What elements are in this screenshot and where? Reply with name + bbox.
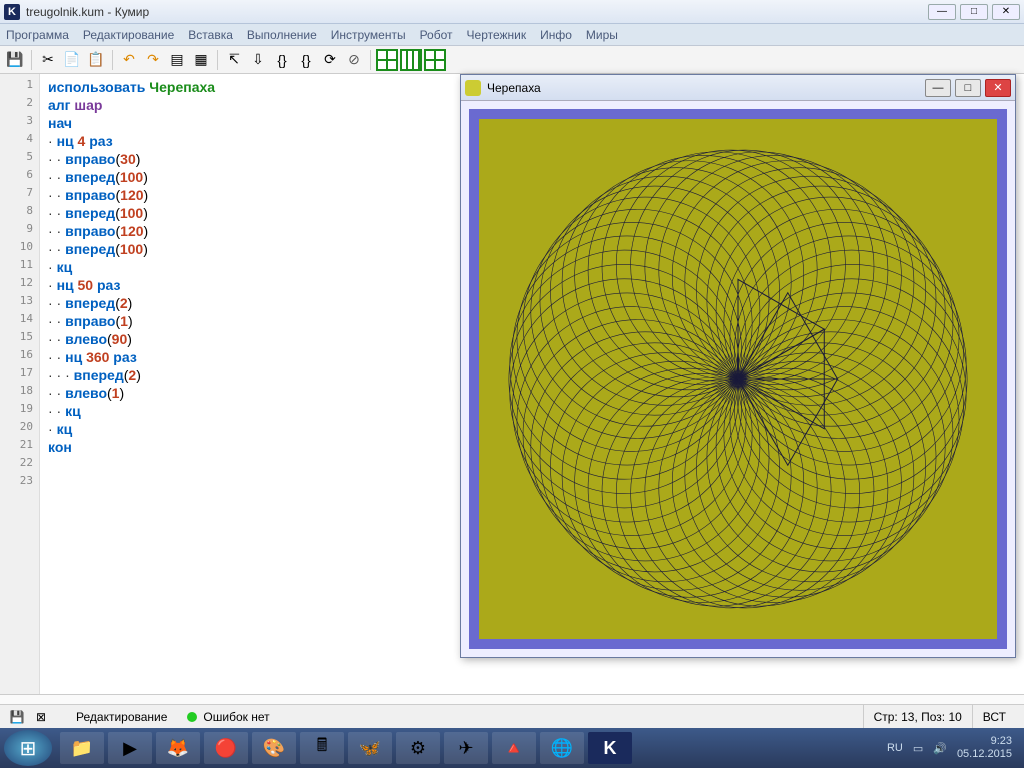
menubar: Программа Редактирование Вставка Выполнение… (0, 24, 1024, 46)
braces2-icon[interactable]: {} (295, 49, 317, 71)
status-position: Стр: 13, Поз: 10 (863, 705, 972, 728)
app2-icon[interactable]: 🦋 (348, 732, 392, 764)
turtle-drawing (479, 119, 997, 639)
status-light-icon (187, 712, 197, 722)
menu-Инфо[interactable]: Инфо (540, 28, 572, 42)
grid1-icon[interactable] (376, 49, 398, 71)
turtle-window[interactable]: Черепаха — □ ✕ (460, 74, 1016, 658)
tray-lang[interactable]: RU (887, 742, 903, 754)
step-into-icon[interactable]: ⇩ (247, 49, 269, 71)
maximize-button[interactable]: □ (960, 4, 988, 20)
grid3-icon[interactable] (424, 49, 446, 71)
turtle-title-text: Черепаха (487, 81, 921, 95)
firefox-icon[interactable]: 🦊 (156, 732, 200, 764)
stop-icon[interactable]: ⊘ (343, 49, 365, 71)
turtle-canvas (479, 119, 997, 639)
explorer-icon[interactable]: 📁 (60, 732, 104, 764)
menu-Выполнение[interactable]: Выполнение (247, 28, 317, 42)
copy-icon[interactable]: 📄 (61, 49, 83, 71)
toolbar: 💾 ✂ 📄 📋 ↶ ↷ ▤ ▦ ↸ ⇩ {} {} ⟳ ⊘ (0, 46, 1024, 74)
braces-icon[interactable]: {} (271, 49, 293, 71)
menu-Вставка[interactable]: Вставка (188, 28, 233, 42)
tray-sound-icon[interactable]: 🔊 (933, 742, 947, 755)
app3-icon[interactable]: ⚙ (396, 732, 440, 764)
menu-Робот[interactable]: Робот (420, 28, 453, 42)
turtle-minimize-button[interactable]: — (925, 79, 951, 97)
chrome-icon[interactable]: 🌐 (540, 732, 584, 764)
turtle-maximize-button[interactable]: □ (955, 79, 981, 97)
menu-Чертежник[interactable]: Чертежник (467, 28, 527, 42)
menu-Инструменты[interactable]: Инструменты (331, 28, 406, 42)
grid2-icon[interactable] (400, 49, 422, 71)
menu-Редактирование[interactable]: Редактирование (83, 28, 174, 42)
paste-icon[interactable]: 📋 (85, 49, 107, 71)
app4-icon[interactable]: ✈ (444, 732, 488, 764)
tray-clock[interactable]: 9:23 05.12.2015 (957, 735, 1012, 761)
status-errors: Ошибок нет (203, 710, 269, 724)
cut-icon[interactable]: ✂ (37, 49, 59, 71)
action-icon[interactable]: ▤ (166, 49, 188, 71)
menu-Миры[interactable]: Миры (586, 28, 618, 42)
paint-icon[interactable]: 🎨 (252, 732, 296, 764)
save-icon[interactable]: 💾 (4, 49, 26, 71)
tray-flag-icon[interactable]: ▭ (913, 742, 923, 755)
turtle-icon (465, 80, 481, 96)
kumir-task-icon[interactable]: K (588, 732, 632, 764)
status-mode: Редактирование (76, 710, 167, 724)
titlebar: K treugolnik.kum - Кумир — □ ✕ (0, 0, 1024, 24)
redo-icon[interactable]: ↷ (142, 49, 164, 71)
turtle-close-button[interactable]: ✕ (985, 79, 1011, 97)
line-gutter: 1234567891011121314151617181920212223 (0, 74, 40, 694)
window-title: treugolnik.kum - Кумир (26, 5, 924, 19)
app5-icon[interactable]: 🔺 (492, 732, 536, 764)
undo-icon[interactable]: ↶ (118, 49, 140, 71)
run-icon[interactable]: ⟳ (319, 49, 341, 71)
statusbar: 💾 ⊠ Редактирование Ошибок нет Стр: 13, П… (0, 704, 1024, 728)
calc-icon[interactable]: 🖩 (300, 732, 344, 764)
system-tray: RU ▭ 🔊 9:23 05.12.2015 (887, 735, 1020, 761)
status-insert: ВСТ (972, 705, 1016, 728)
minimize-button[interactable]: — (928, 4, 956, 20)
start-button[interactable]: ⊞ (4, 730, 52, 766)
close-button[interactable]: ✕ (992, 4, 1020, 20)
media-icon[interactable]: ▶ (108, 732, 152, 764)
save-status-icon[interactable]: 💾 (8, 708, 26, 726)
app1-icon[interactable]: 🔴 (204, 732, 248, 764)
close-status-icon[interactable]: ⊠ (32, 708, 50, 726)
action2-icon[interactable]: ▦ (190, 49, 212, 71)
menu-Программа[interactable]: Программа (6, 28, 69, 42)
step-over-icon[interactable]: ↸ (223, 49, 245, 71)
taskbar: ⊞ 📁 ▶ 🦊 🔴 🎨 🖩 🦋 ⚙ ✈ 🔺 🌐 K RU ▭ 🔊 9:23 05… (0, 728, 1024, 768)
turtle-titlebar[interactable]: Черепаха — □ ✕ (461, 75, 1015, 101)
app-icon: K (4, 4, 20, 20)
